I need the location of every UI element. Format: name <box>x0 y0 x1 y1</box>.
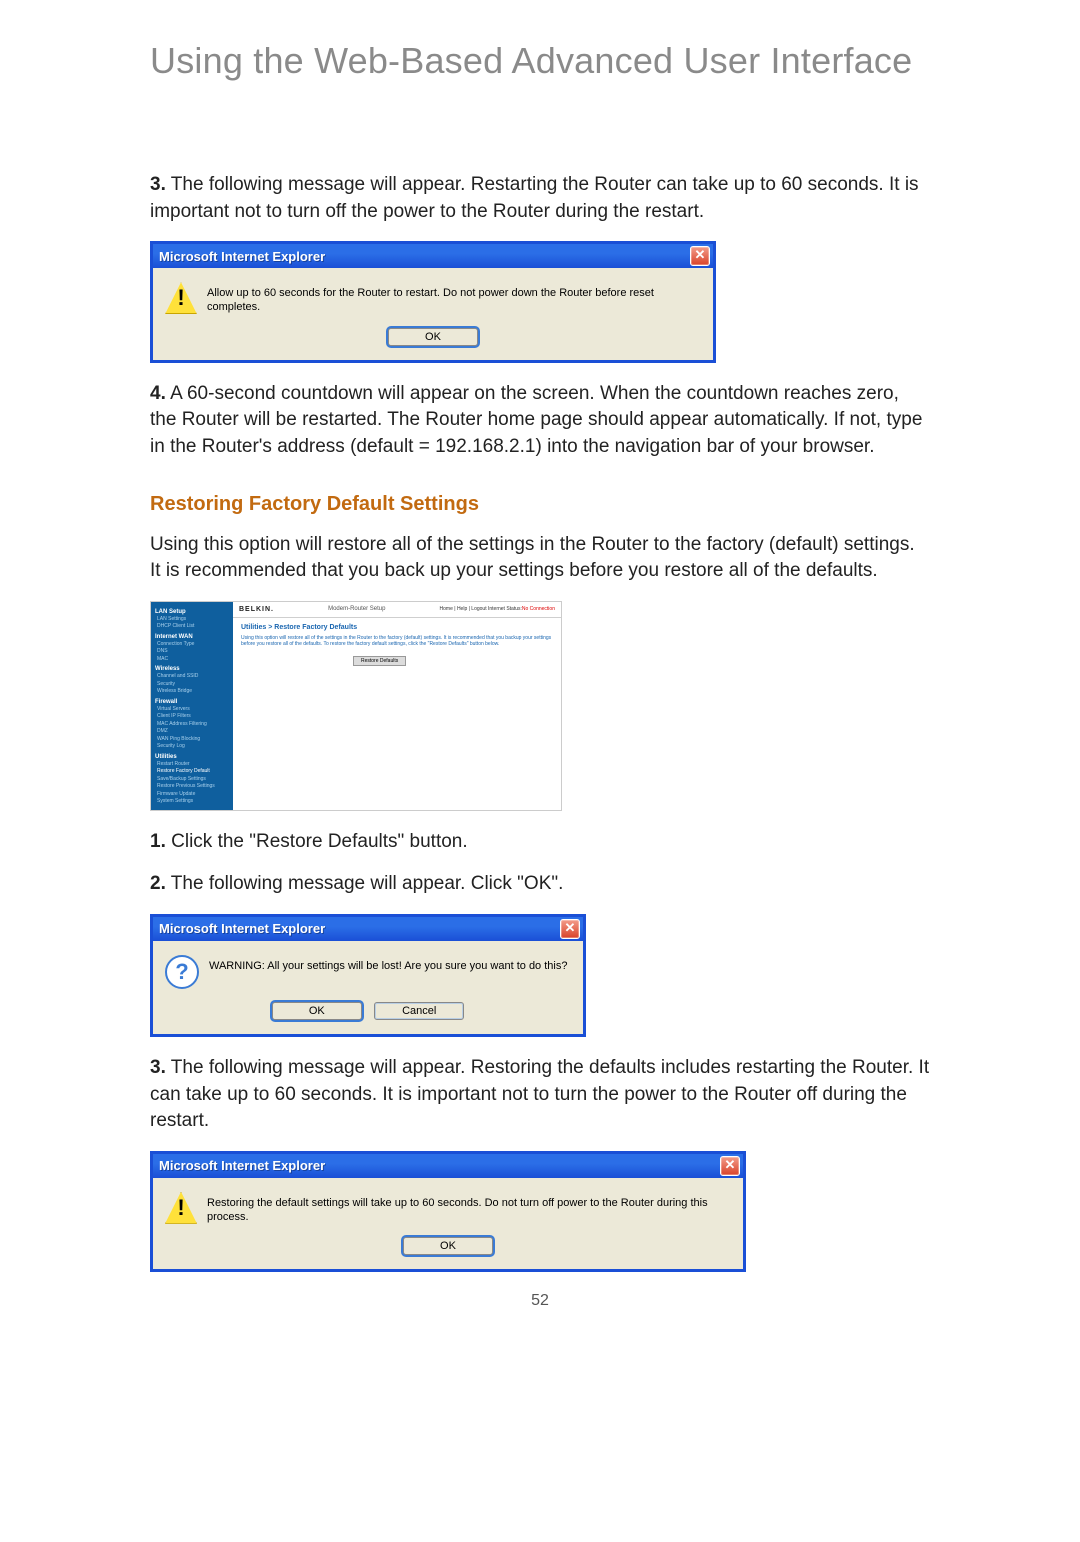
warning-icon: ! <box>165 1192 197 1224</box>
step-number-4: 4. <box>150 383 166 404</box>
dialog-message: WARNING: All your settings will be lost!… <box>209 955 567 973</box>
restore-defaults-button[interactable]: Restore Defaults <box>353 656 406 666</box>
page-number: 52 <box>150 1292 930 1310</box>
step-1b-paragraph: 1. Click the "Restore Defaults" button. <box>150 829 930 856</box>
step-3-paragraph: 3. The following message will appear. Re… <box>150 172 930 225</box>
router-product: Modem-Router Setup <box>328 606 385 612</box>
step-number-3: 3. <box>150 174 166 195</box>
section-heading: Restoring Factory Default Settings <box>150 493 930 516</box>
router-page-heading: Utilities > Restore Factory Defaults <box>233 618 561 635</box>
confirm-restore-dialog: Microsoft Internet Explorer ✕ ? WARNING:… <box>150 914 586 1037</box>
step-4-paragraph: 4. A 60-second countdown will appear on … <box>150 381 930 461</box>
section-intro: Using this option will restore all of th… <box>150 532 930 585</box>
warning-icon: ! <box>165 282 197 314</box>
router-sidebar: LAN Setup LAN Settings DHCP Client List … <box>151 602 233 810</box>
step-3b-paragraph: 3. The following message will appear. Re… <box>150 1055 930 1135</box>
close-icon[interactable]: ✕ <box>720 1156 740 1176</box>
router-admin-screenshot: LAN Setup LAN Settings DHCP Client List … <box>150 601 562 811</box>
step-number-1: 1. <box>150 831 166 852</box>
ok-button[interactable]: OK <box>403 1237 493 1255</box>
step-2b-paragraph: 2. The following message will appear. Cl… <box>150 871 930 898</box>
dialog-title: Microsoft Internet Explorer <box>159 921 325 936</box>
step-number-2: 2. <box>150 873 166 894</box>
dialog-titlebar: Microsoft Internet Explorer ✕ <box>153 244 713 268</box>
step-number-3b: 3. <box>150 1057 166 1078</box>
dialog-message: Allow up to 60 seconds for the Router to… <box>207 282 701 315</box>
dialog-titlebar: Microsoft Internet Explorer ✕ <box>153 917 583 941</box>
close-icon[interactable]: ✕ <box>560 919 580 939</box>
question-icon: ? <box>165 955 199 989</box>
dialog-title: Microsoft Internet Explorer <box>159 249 325 264</box>
router-page-desc: Using this option will restore all of th… <box>233 635 561 656</box>
cancel-button[interactable]: Cancel <box>374 1002 464 1020</box>
dialog-title: Microsoft Internet Explorer <box>159 1158 325 1173</box>
dialog-titlebar: Microsoft Internet Explorer ✕ <box>153 1154 743 1178</box>
router-top-links: Home | Help | Logout Internet Status:No … <box>440 606 555 612</box>
close-icon[interactable]: ✕ <box>690 246 710 266</box>
restoring-dialog: Microsoft Internet Explorer ✕ ! Restorin… <box>150 1151 746 1273</box>
ok-button[interactable]: OK <box>388 328 478 346</box>
dialog-message: Restoring the default settings will take… <box>207 1192 731 1225</box>
restart-dialog: Microsoft Internet Explorer ✕ ! Allow up… <box>150 241 716 363</box>
ok-button[interactable]: OK <box>272 1002 362 1020</box>
page-banner: Using the Web-Based Advanced User Interf… <box>150 40 930 82</box>
router-logo: BELKIN. <box>239 606 274 613</box>
